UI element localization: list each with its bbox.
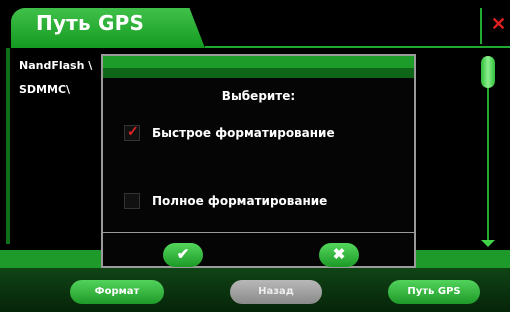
dialog-header: [103, 56, 414, 68]
app-window: Путь GPS ✕ NandFlash \ SDMMC\ Формат Наз…: [0, 0, 510, 312]
cancel-button[interactable]: ✖: [319, 243, 359, 267]
cross-icon: ✖: [332, 246, 346, 263]
checkmark-icon: ✓: [127, 123, 139, 139]
format-button[interactable]: Формат: [70, 280, 164, 304]
scrollbar-thumb[interactable]: [481, 56, 495, 88]
gps-path-button[interactable]: Путь GPS: [388, 280, 480, 304]
quick-format-checkbox[interactable]: ✓: [124, 123, 140, 141]
list-item-sdmmc[interactable]: SDMMC\: [19, 83, 70, 96]
back-button: Назад: [230, 280, 322, 304]
scroll-down-arrow-icon[interactable]: [481, 240, 495, 247]
format-dialog: Выберите: ✓ Быстрое форматирование Полно…: [101, 54, 416, 268]
list-item-nandflash[interactable]: NandFlash \: [19, 59, 92, 72]
full-format-checkbox[interactable]: [124, 193, 140, 209]
window-title: Путь GPS: [36, 11, 145, 35]
confirm-button[interactable]: ✔: [163, 243, 203, 267]
full-format-label: Полное форматирование: [152, 194, 328, 208]
dialog-title: Выберите:: [221, 89, 296, 103]
check-icon: ✔: [176, 246, 190, 263]
close-button[interactable]: ✕: [480, 8, 510, 44]
quick-format-label: Быстрое форматирование: [152, 126, 335, 140]
close-icon: ✕: [491, 14, 507, 34]
dialog-header-shade: [103, 68, 414, 78]
dialog-divider: [103, 232, 414, 233]
